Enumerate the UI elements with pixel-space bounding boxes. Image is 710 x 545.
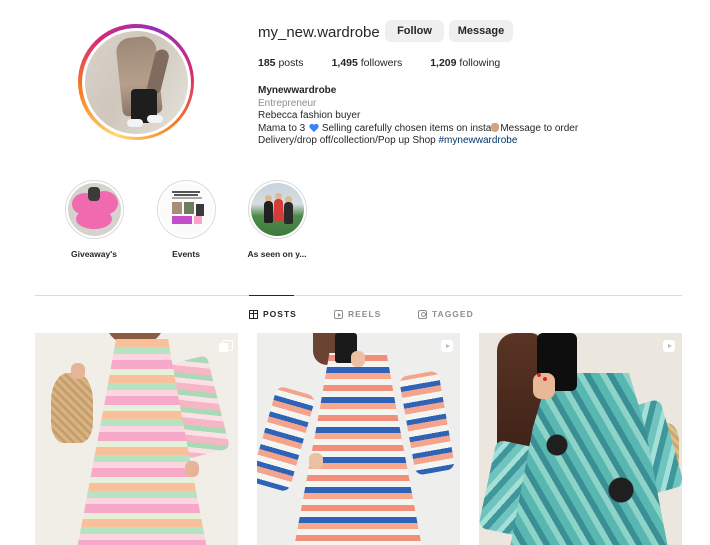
bio-category: Entrepreneur <box>258 97 317 109</box>
tagged-icon <box>418 309 427 319</box>
highlight-as-seen-on[interactable]: As seen on y... <box>237 180 317 259</box>
post-thumbnail[interactable] <box>35 333 238 545</box>
tab-label: REELS <box>348 309 382 319</box>
highlight-giveaways[interactable]: Giveaway's <box>54 180 134 259</box>
grid-icon <box>249 309 258 319</box>
carousel-icon <box>219 340 233 352</box>
blue-heart-icon <box>309 124 318 132</box>
post-thumbnail[interactable] <box>479 333 682 545</box>
profile-avatar-story-ring[interactable] <box>78 24 194 140</box>
highlight-label: Giveaway's <box>71 249 117 259</box>
bio-text: Mama to 3 <box>258 122 306 134</box>
posts-label: posts <box>278 57 304 69</box>
active-tab-indicator <box>249 295 294 296</box>
post-image-part <box>185 461 199 477</box>
reels-icon <box>334 309 343 319</box>
post-image-part <box>398 370 456 476</box>
bio-name: Mynewwardrobe <box>258 85 337 96</box>
highlight-cover <box>67 183 121 236</box>
message-button[interactable]: Message <box>449 20 513 42</box>
avatar-shoe <box>126 118 143 127</box>
tabs-divider <box>35 295 682 296</box>
post-image-part <box>71 363 85 379</box>
following-label: following <box>459 57 501 69</box>
following-count: 1,209 <box>430 57 457 69</box>
tab-label: TAGGED <box>432 309 474 319</box>
followers-count: 1,495 <box>331 57 358 69</box>
tab-label: POSTS <box>263 309 297 319</box>
posts-count: 185 <box>258 57 276 69</box>
bio-text: Selling carefully chosen items on insta <box>321 122 492 134</box>
highlight-label: As seen on y... <box>247 249 307 259</box>
avatar-gap <box>81 27 191 137</box>
highlight-label: Events <box>172 249 200 259</box>
highlight-ring <box>64 180 124 239</box>
highlight-cover <box>159 183 213 236</box>
post-image-part <box>257 385 317 493</box>
highlight-ring <box>247 180 307 239</box>
bio-hashtag-link[interactable]: #mynewwardrobe <box>438 135 517 146</box>
profile-avatar[interactable] <box>84 30 188 134</box>
post-image-part <box>351 351 365 367</box>
reel-icon <box>441 340 453 352</box>
bio-line: Delivery/drop off/collection/Pop up Shop… <box>258 135 578 148</box>
followers-label: followers <box>360 57 403 69</box>
highlight-events[interactable]: Events <box>146 180 226 259</box>
pointing-hand-icon <box>491 122 500 132</box>
posts-stat: 185 posts <box>258 57 304 69</box>
avatar-shoe <box>146 114 163 123</box>
bio-line: Rebecca fashion buyer <box>258 110 361 122</box>
post-image-part <box>51 373 93 443</box>
post-thumbnail[interactable] <box>257 333 460 545</box>
post-image-part <box>309 453 323 469</box>
post-image-part <box>543 377 547 381</box>
profile-username: my_new.wardrobe <box>258 24 380 41</box>
bio-text: Message to order <box>500 122 579 134</box>
tab-tagged[interactable]: TAGGED <box>418 309 474 319</box>
followers-stat[interactable]: 1,495 followers <box>332 57 403 69</box>
tab-reels[interactable]: REELS <box>334 309 381 319</box>
profile-bio: Mynewwardrobe Entrepreneur Rebecca fashi… <box>258 85 578 148</box>
post-image-part <box>537 373 541 377</box>
bio-line: Mama to 3 Selling carefully chosen items… <box>258 122 579 136</box>
profile-stats: 185 posts 1,495 followers 1,209 followin… <box>258 57 528 69</box>
following-stat[interactable]: 1,209 following <box>430 57 500 69</box>
reel-icon <box>663 340 675 352</box>
follow-button[interactable]: Follow <box>385 20 444 42</box>
tab-posts[interactable]: POSTS <box>249 309 297 319</box>
bio-text: Delivery/drop off/collection/Pop up Shop <box>258 135 436 147</box>
highlight-ring <box>156 180 216 239</box>
highlight-cover <box>250 183 304 236</box>
